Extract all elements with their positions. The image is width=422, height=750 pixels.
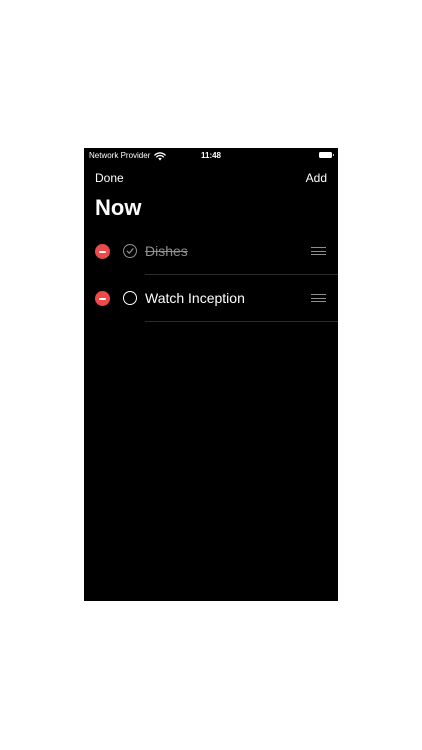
battery-full-icon bbox=[319, 152, 334, 158]
task-row[interactable]: Dishes bbox=[84, 228, 338, 275]
checked-circle-icon[interactable] bbox=[123, 244, 137, 258]
page-background: Network Provider 11:48 Done Add Now Dish… bbox=[0, 0, 422, 750]
task-label: Dishes bbox=[145, 243, 188, 259]
status-time: 11:48 bbox=[200, 151, 222, 160]
task-list: Dishes Watch Inception bbox=[84, 228, 338, 322]
add-button[interactable]: Add bbox=[306, 171, 327, 185]
empty-circle-icon[interactable] bbox=[123, 291, 137, 305]
row-separator bbox=[145, 321, 338, 322]
app-screen: Network Provider 11:48 Done Add Now Dish… bbox=[84, 148, 338, 601]
task-row[interactable]: Watch Inception bbox=[84, 275, 338, 322]
delete-minus-icon[interactable] bbox=[95, 291, 110, 306]
checkmark-icon bbox=[126, 248, 134, 254]
reorder-handle-icon[interactable] bbox=[311, 247, 326, 255]
task-label: Watch Inception bbox=[145, 290, 245, 306]
page-title: Now bbox=[95, 195, 142, 220]
done-button[interactable]: Done bbox=[95, 171, 124, 185]
delete-minus-icon[interactable] bbox=[95, 244, 110, 259]
reorder-handle-icon[interactable] bbox=[311, 294, 326, 302]
status-bar: Network Provider 11:48 bbox=[84, 148, 338, 164]
